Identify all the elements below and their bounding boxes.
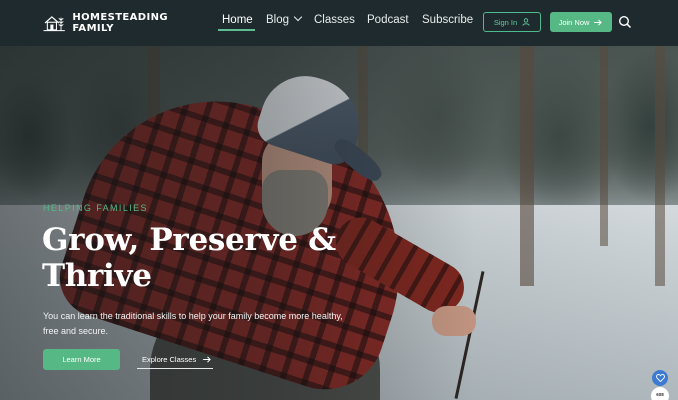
nav-blog-label: Blog — [266, 14, 290, 26]
nav-subscribe[interactable]: Subscribe — [422, 14, 473, 26]
explore-classes-label: Explore Classes — [142, 355, 197, 364]
nav-podcast[interactable]: Podcast — [367, 14, 409, 26]
join-now-button[interactable]: Join Now — [550, 12, 612, 32]
headline-line-1: Grow, Preserve & — [42, 222, 336, 258]
site-logo[interactable]: HOMESTEADING FAMILY — [42, 10, 168, 36]
site-header: HOMESTEADING FAMILY Home Blog Classes Po… — [0, 0, 678, 46]
hero-headline: Grow, Preserve & Thrive — [42, 222, 362, 294]
nav-home[interactable]: Home — [222, 14, 253, 26]
hero-eyebrow: Helping Families — [43, 203, 148, 213]
sign-in-button[interactable]: Sign In — [483, 12, 541, 32]
search-icon[interactable] — [618, 15, 632, 29]
share-count-badge[interactable]: 608 — [651, 387, 669, 400]
user-icon — [522, 18, 530, 26]
brand-line-1: HOMESTEADING — [72, 12, 168, 23]
active-nav-indicator — [218, 29, 255, 31]
brand-name: HOMESTEADING FAMILY — [72, 12, 168, 34]
hero-overlay — [0, 0, 678, 400]
join-now-label: Join Now — [558, 17, 590, 27]
arrow-right-icon — [594, 19, 603, 25]
favorite-widget-button[interactable] — [652, 370, 668, 386]
hero-description: You can learn the traditional skills to … — [43, 311, 343, 336]
arrow-right-icon — [203, 356, 212, 363]
sign-in-label: Sign In — [493, 17, 518, 27]
learn-more-button[interactable]: Learn More — [43, 349, 120, 370]
chevron-down-icon — [293, 12, 303, 22]
heart-icon — [655, 374, 665, 382]
headline-line-2: Thrive — [42, 258, 152, 294]
house-wheat-logo-icon — [43, 16, 65, 32]
brand-line-2: FAMILY — [72, 23, 114, 34]
nav-blog[interactable]: Blog — [266, 12, 303, 26]
hero-background — [0, 0, 678, 400]
explore-classes-link[interactable]: Explore Classes — [137, 351, 213, 369]
nav-classes[interactable]: Classes — [314, 14, 355, 26]
